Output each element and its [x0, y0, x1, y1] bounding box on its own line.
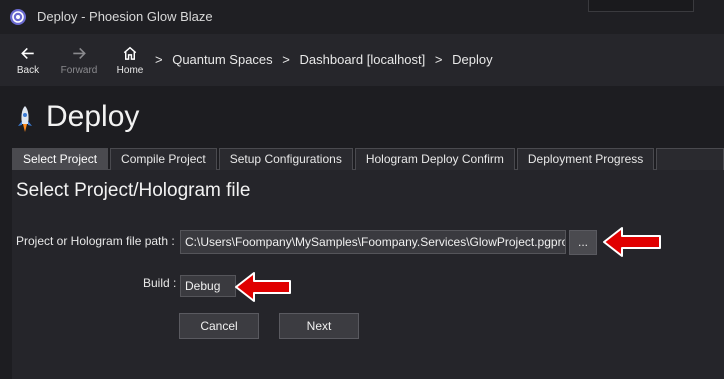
tab-hologram-deploy-confirm[interactable]: Hologram Deploy Confirm [354, 148, 515, 170]
file-path-input[interactable]: C:\Users\Foompany\MySamples\Foompany.Ser… [180, 230, 566, 254]
breadcrumb-separator: > [434, 52, 443, 67]
home-label: Home [116, 65, 144, 76]
title-bar: Deploy - Phoesion Glow Blaze [0, 0, 724, 34]
section-title: Select Project/Hologram file [16, 180, 251, 201]
home-button[interactable]: Home [110, 34, 150, 86]
navigation-bar: Back Forward Home > Quantum Spaces > Das… [0, 34, 724, 86]
breadcrumb-item-quantum-spaces[interactable]: Quantum Spaces [172, 52, 272, 67]
forward-label: Forward [60, 65, 98, 76]
tab-strip-filler [656, 148, 724, 170]
wizard-tabs: Select Project Compile Project Setup Con… [12, 148, 724, 170]
file-path-label: Project or Hologram file path : [16, 234, 175, 248]
arrow-right-icon [73, 47, 86, 59]
breadcrumb: > Quantum Spaces > Dashboard [localhost]… [155, 52, 499, 67]
cancel-button[interactable]: Cancel [179, 313, 259, 339]
gear-cog-icon [10, 9, 26, 25]
breadcrumb-item-dashboard[interactable]: Dashboard [localhost] [300, 52, 426, 67]
back-label: Back [16, 65, 40, 76]
window-title: Deploy - Phoesion Glow Blaze [37, 9, 213, 24]
forward-button[interactable]: Forward [56, 34, 102, 86]
breadcrumb-separator: > [155, 52, 163, 67]
tab-compile-project[interactable]: Compile Project [110, 148, 217, 170]
select-project-panel: Select Project/Hologram file Project or … [12, 170, 724, 379]
rocket-icon [18, 106, 32, 132]
tab-setup-configurations[interactable]: Setup Configurations [218, 148, 353, 170]
tab-deployment-progress[interactable]: Deployment Progress [516, 148, 655, 170]
browse-button[interactable]: ... [569, 230, 597, 255]
build-select[interactable]: Debug [180, 275, 236, 297]
arrow-left-icon [21, 47, 34, 59]
next-button[interactable]: Next [279, 313, 359, 339]
page-title: Deploy [46, 100, 140, 133]
home-icon [123, 46, 137, 60]
build-label: Build : [143, 276, 177, 290]
title-bar-widget [588, 0, 694, 12]
tab-select-project[interactable]: Select Project [12, 148, 109, 170]
annotation-arrow-icon [235, 272, 291, 302]
breadcrumb-item-deploy: Deploy [452, 52, 493, 67]
breadcrumb-separator: > [282, 52, 290, 67]
annotation-arrow-icon [603, 227, 661, 257]
back-button[interactable]: Back [12, 34, 44, 86]
